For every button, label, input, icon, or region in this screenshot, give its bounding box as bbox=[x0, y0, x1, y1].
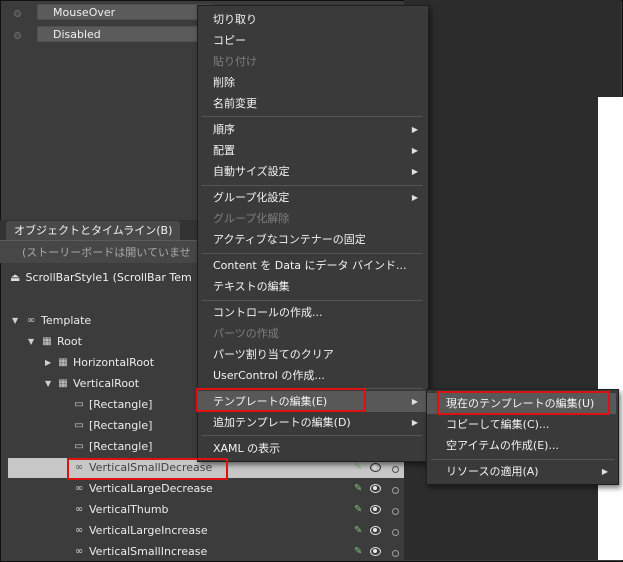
submenu-arrow-icon: ▶ bbox=[411, 146, 418, 155]
grid-icon: ▦ bbox=[58, 357, 68, 368]
menu-item-label: リソースの適用(A) bbox=[446, 465, 539, 478]
menu-item-make-usercontrol[interactable]: UserControl の作成... bbox=[198, 365, 426, 386]
row-toggles: ✎ bbox=[354, 500, 404, 520]
menu-item-label: グループ化設定 bbox=[213, 191, 290, 204]
row-toggles: ✎ bbox=[354, 521, 404, 541]
menu-item-label: 自動サイズ設定 bbox=[213, 165, 290, 178]
tree-row-verticalthumb[interactable]: ∞ VerticalThumb ✎ bbox=[8, 500, 404, 520]
menu-item-data-bind-content[interactable]: Content を Data にデータ バインド... bbox=[198, 255, 426, 276]
eye-icon[interactable] bbox=[370, 463, 381, 472]
row-toggles: ✎ bbox=[354, 542, 404, 562]
menu-item-label: 追加テンプレートの編集(D) bbox=[213, 416, 351, 429]
menu-item-apply-resource[interactable]: リソースの適用(A) ▶ bbox=[427, 461, 616, 482]
edit-template-submenu: 現在のテンプレートの編集(U) コピーして編集(C)... 空アイテムの作成(E… bbox=[426, 389, 619, 485]
menu-item-edit-additional-templates[interactable]: 追加テンプレートの編集(D) ▶ bbox=[198, 412, 426, 433]
menu-item-cut[interactable]: 切り取り bbox=[198, 9, 426, 30]
menu-item-edit-text[interactable]: テキストの編集 bbox=[198, 276, 426, 297]
menu-item-rename[interactable]: 名前変更 bbox=[198, 93, 426, 114]
context-menu: 切り取り コピー 貼り付け 削除 名前変更 順序 ▶ 配置 ▶ 自動サイズ設定 … bbox=[197, 5, 429, 462]
storyboard-status: (ストーリーボードは開いていませ bbox=[22, 246, 191, 259]
row-toggles: ✎ bbox=[354, 479, 404, 499]
thumb-icon: ∞ bbox=[74, 504, 84, 515]
menu-item-create-empty[interactable]: 空アイテムの作成(E)... bbox=[427, 435, 616, 456]
lock-dot-icon[interactable] bbox=[392, 466, 399, 473]
rectangle-icon: ▭ bbox=[74, 420, 84, 431]
lock-dot-icon[interactable] bbox=[392, 487, 399, 494]
menu-item-clear-part-assignment[interactable]: パーツ割り当てのクリア bbox=[198, 344, 426, 365]
repeat-button-icon: ∞ bbox=[74, 525, 84, 536]
menu-item-ungroup[interactable]: グループ化解除 bbox=[198, 208, 426, 229]
menu-item-label: 順序 bbox=[213, 123, 235, 136]
eye-icon[interactable] bbox=[370, 505, 381, 514]
menu-item-edit-template[interactable]: テンプレートの編集(E) ▶ bbox=[198, 391, 426, 412]
menu-separator bbox=[202, 435, 422, 436]
menu-item-view-xaml[interactable]: XAML の表示 bbox=[198, 438, 426, 459]
menu-item-edit-current-template[interactable]: 現在のテンプレートの編集(U) bbox=[427, 393, 616, 414]
menu-item-edit-a-copy[interactable]: コピーして編集(C)... bbox=[427, 414, 616, 435]
scope-up-icon[interactable]: ⏏ bbox=[10, 271, 22, 284]
expand-arrow-icon[interactable]: ▼ bbox=[45, 374, 55, 394]
submenu-arrow-icon: ▶ bbox=[411, 397, 418, 406]
template-icon: ∞ bbox=[26, 315, 36, 326]
scope-label: ScrollBarStyle1 (ScrollBar Tem bbox=[25, 271, 192, 284]
expand-arrow-icon[interactable]: ▼ bbox=[28, 332, 38, 352]
menu-item-delete[interactable]: 削除 bbox=[198, 72, 426, 93]
eye-icon[interactable] bbox=[370, 484, 381, 493]
menu-item-pin-active-container[interactable]: アクティブなコンテナーの固定 bbox=[198, 229, 426, 250]
state-label[interactable]: MouseOver bbox=[37, 4, 212, 20]
brush-icon[interactable]: ✎ bbox=[354, 521, 362, 541]
repeat-button-icon: ∞ bbox=[74, 546, 84, 557]
menu-separator bbox=[202, 388, 422, 389]
menu-separator bbox=[431, 459, 614, 460]
expand-arrow-icon[interactable]: ▼ bbox=[12, 311, 22, 331]
state-dot-icon bbox=[14, 32, 21, 39]
menu-item-make-part[interactable]: パーツの作成 bbox=[198, 323, 426, 344]
repeat-button-icon: ∞ bbox=[74, 483, 84, 494]
brush-icon[interactable]: ✎ bbox=[354, 479, 362, 499]
state-label[interactable]: Disabled bbox=[37, 26, 212, 42]
rectangle-icon: ▭ bbox=[74, 441, 84, 452]
tree-row-verticalsmallincrease[interactable]: ∞ VerticalSmallIncrease ✎ bbox=[8, 542, 404, 562]
grid-icon: ▦ bbox=[42, 336, 52, 347]
tree-row-verticallargeincrease[interactable]: ∞ VerticalLargeIncrease ✎ bbox=[8, 521, 404, 541]
rectangle-icon: ▭ bbox=[74, 399, 84, 410]
menu-separator bbox=[202, 116, 422, 117]
artboard-canvas[interactable] bbox=[598, 97, 623, 560]
lock-dot-icon[interactable] bbox=[392, 550, 399, 557]
menu-separator bbox=[202, 185, 422, 186]
grid-icon: ▦ bbox=[58, 378, 68, 389]
menu-item-label: テンプレートの編集(E) bbox=[213, 395, 328, 408]
scope-row[interactable]: ⏏ ScrollBarStyle1 (ScrollBar Tem bbox=[10, 271, 192, 284]
menu-item-auto-size[interactable]: 自動サイズ設定 ▶ bbox=[198, 161, 426, 182]
submenu-arrow-icon: ▶ bbox=[601, 467, 608, 476]
menu-separator bbox=[202, 300, 422, 301]
menu-item-group-into[interactable]: グループ化設定 ▶ bbox=[198, 187, 426, 208]
lock-dot-icon[interactable] bbox=[392, 529, 399, 536]
submenu-arrow-icon: ▶ bbox=[411, 167, 418, 176]
brush-icon[interactable]: ✎ bbox=[354, 542, 362, 562]
lock-dot-icon[interactable] bbox=[392, 508, 399, 515]
submenu-arrow-icon: ▶ bbox=[411, 418, 418, 427]
menu-item-make-control[interactable]: コントロールの作成... bbox=[198, 302, 426, 323]
eye-icon[interactable] bbox=[370, 547, 381, 556]
repeat-button-icon: ∞ bbox=[74, 462, 84, 473]
menu-item-order[interactable]: 順序 ▶ bbox=[198, 119, 426, 140]
state-dot-icon bbox=[14, 10, 21, 17]
menu-item-paste[interactable]: 貼り付け bbox=[198, 51, 426, 72]
expand-arrow-icon[interactable]: ▶ bbox=[45, 353, 55, 373]
submenu-arrow-icon: ▶ bbox=[411, 125, 418, 134]
tree-row-verticallargedecrease[interactable]: ∞ VerticalLargeDecrease ✎ bbox=[8, 479, 404, 499]
submenu-arrow-icon: ▶ bbox=[411, 193, 418, 202]
brush-icon[interactable]: ✎ bbox=[354, 500, 362, 520]
tab-objects-and-timeline[interactable]: オブジェクトとタイムライン(B) bbox=[6, 221, 181, 240]
menu-item-align[interactable]: 配置 ▶ bbox=[198, 140, 426, 161]
menu-separator bbox=[202, 253, 422, 254]
menu-item-copy[interactable]: コピー bbox=[198, 30, 426, 51]
menu-item-label: 配置 bbox=[213, 144, 235, 157]
eye-icon[interactable] bbox=[370, 526, 381, 535]
